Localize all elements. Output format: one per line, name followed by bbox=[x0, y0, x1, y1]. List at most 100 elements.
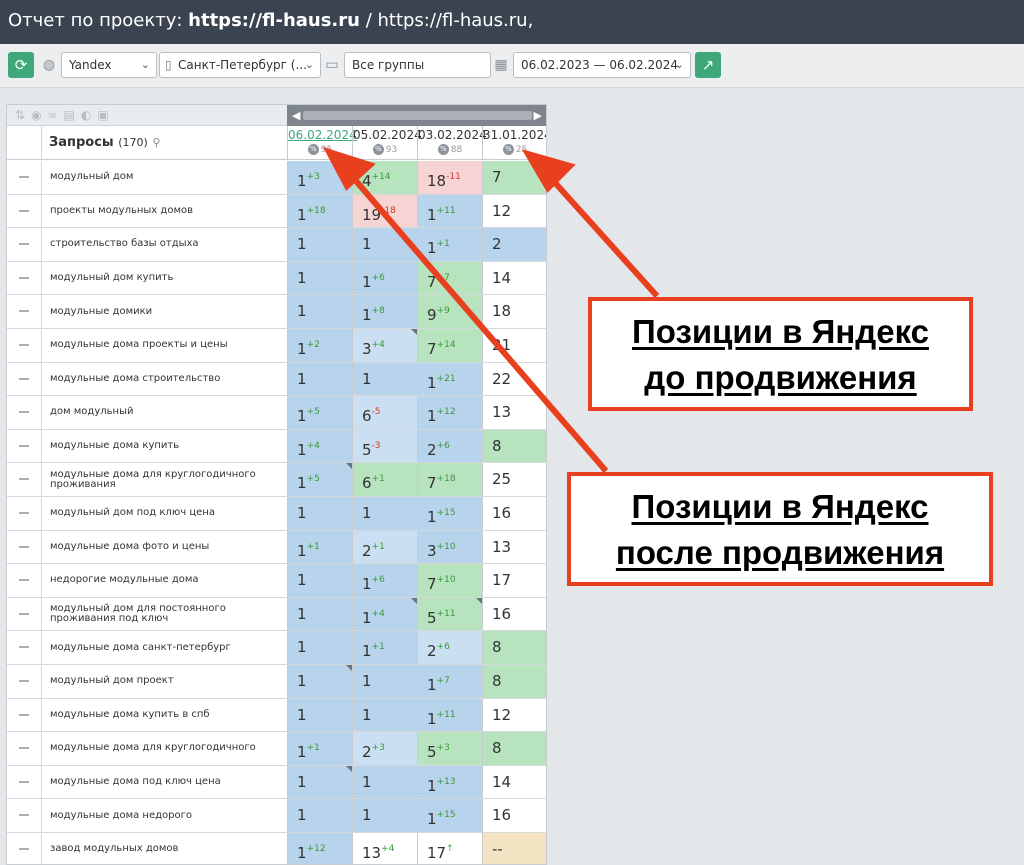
row-toggle[interactable] bbox=[7, 631, 42, 664]
position-cell[interactable]: 1 bbox=[287, 564, 352, 597]
position-cell[interactable]: -- bbox=[482, 833, 546, 864]
position-cell[interactable]: 7+7 bbox=[417, 261, 482, 295]
position-cell[interactable]: 3+4 bbox=[352, 329, 417, 362]
position-cell[interactable]: 1 bbox=[287, 665, 352, 698]
position-cell[interactable]: 1 bbox=[287, 228, 352, 261]
position-cell[interactable]: 8 bbox=[482, 665, 546, 698]
scroll-right-icon[interactable]: ▶ bbox=[534, 105, 542, 126]
date-range-picker[interactable]: 06.02.2023 — 06.02.2024 ⌄ bbox=[513, 52, 691, 78]
position-cell[interactable]: 1 bbox=[287, 765, 352, 799]
position-cell[interactable]: 1+7 bbox=[417, 665, 482, 698]
row-toggle[interactable] bbox=[7, 261, 42, 295]
position-cell[interactable]: 1 bbox=[287, 631, 352, 664]
position-cell[interactable]: 1 bbox=[287, 497, 352, 530]
position-cell[interactable]: 1 bbox=[287, 799, 352, 832]
position-cell[interactable]: 2 bbox=[482, 228, 546, 261]
position-cell[interactable]: 2+3 bbox=[352, 732, 417, 765]
table-row[interactable]: проекты модульных домов 1+18 19-18 1+11 12 bbox=[7, 194, 546, 229]
position-cell[interactable]: 14 bbox=[482, 765, 546, 799]
column-date[interactable]: 31.01.2024 bbox=[483, 126, 546, 144]
position-cell[interactable]: 7+14 bbox=[417, 329, 482, 362]
scroll-thumb[interactable] bbox=[303, 111, 532, 120]
row-toggle[interactable] bbox=[7, 463, 42, 496]
scroll-left-icon[interactable]: ◀ bbox=[292, 105, 300, 126]
table-row[interactable]: модульный дом проект 1 1 1+7 8 bbox=[7, 665, 546, 699]
position-cell[interactable]: 8 bbox=[482, 732, 546, 765]
position-cell[interactable]: 13+4 bbox=[352, 833, 417, 864]
position-cell[interactable]: 1 bbox=[287, 295, 352, 328]
table-row[interactable]: модульные дома недорого 1 1 1+15 16 bbox=[7, 799, 546, 833]
position-cell[interactable]: 5-3 bbox=[352, 429, 417, 463]
column-date[interactable]: 05.02.2024 bbox=[353, 126, 422, 144]
table-row[interactable]: модульные дома строительство 1 1 1+21 22 bbox=[7, 362, 546, 397]
position-cell[interactable]: 19-18 bbox=[352, 194, 417, 228]
position-cell[interactable]: 22 bbox=[482, 362, 546, 396]
table-row[interactable]: модульные домики 1 1+8 9+9 18 bbox=[7, 295, 546, 329]
position-cell[interactable]: 6-5 bbox=[352, 396, 417, 429]
date-column-header[interactable]: 03.02.2024% 88 bbox=[417, 126, 487, 160]
table-row[interactable]: модульные дома проекты и цены 1+2 3+4 7+14 2… bbox=[7, 329, 546, 363]
position-cell[interactable]: 13 bbox=[482, 530, 546, 564]
date-column-header[interactable]: 31.01.2024% 25 bbox=[482, 126, 546, 160]
row-toggle[interactable] bbox=[7, 564, 42, 597]
table-row[interactable]: модульный дом для постоянного проживания… bbox=[7, 597, 546, 632]
search-icon[interactable]: ⚲ bbox=[152, 136, 160, 149]
contrast-icon[interactable]: ◐ bbox=[81, 108, 97, 122]
group-select[interactable]: Все группы bbox=[344, 52, 491, 78]
row-toggle[interactable] bbox=[7, 429, 42, 463]
search-engine-select[interactable]: Yandex ⌄ bbox=[61, 52, 157, 78]
table-row[interactable]: модульные дома санкт-петербург 1 1+1 2+6 8 bbox=[7, 631, 546, 665]
project-name[interactable]: https://fl-haus.ru bbox=[188, 10, 360, 31]
row-toggle[interactable] bbox=[7, 362, 42, 396]
position-cell[interactable]: 1+5 bbox=[287, 463, 352, 496]
table-row[interactable]: завод модульных домов 1+12 13+4 17↑ -- bbox=[7, 833, 546, 864]
position-cell[interactable]: 1 bbox=[287, 362, 352, 396]
table-row[interactable]: модульные дома для круглогодичного прожи… bbox=[7, 463, 546, 497]
position-cell[interactable]: 1 bbox=[287, 698, 352, 732]
table-row[interactable]: модульный дом под ключ цена 1 1 1+15 16 bbox=[7, 497, 546, 531]
table-row[interactable]: недорогие модульные дома 1 1+6 7+10 17 bbox=[7, 564, 546, 598]
position-cell[interactable]: 1+1 bbox=[287, 530, 352, 564]
image-icon[interactable]: ▣ bbox=[97, 108, 114, 122]
position-cell[interactable]: 7+10 bbox=[417, 564, 482, 597]
refresh-button[interactable]: ⟳ bbox=[8, 52, 34, 78]
position-cell[interactable]: 4+14 bbox=[352, 161, 417, 194]
position-cell[interactable]: 17↑ bbox=[417, 833, 482, 864]
position-cell[interactable]: 16 bbox=[482, 597, 546, 631]
row-toggle[interactable] bbox=[7, 497, 42, 530]
position-cell[interactable]: 25 bbox=[482, 463, 546, 496]
sort-icon[interactable]: ⇅ bbox=[15, 108, 31, 122]
row-toggle[interactable] bbox=[7, 665, 42, 698]
date-column-header[interactable]: 05.02.2024% 93 bbox=[352, 126, 422, 160]
row-toggle[interactable] bbox=[7, 732, 42, 765]
position-cell[interactable]: 1+12 bbox=[417, 396, 482, 429]
position-cell[interactable]: 16 bbox=[482, 497, 546, 530]
row-toggle[interactable] bbox=[7, 530, 42, 564]
position-cell[interactable]: 5+11 bbox=[417, 597, 482, 631]
position-cell[interactable]: 1+2 bbox=[287, 329, 352, 362]
table-row[interactable]: строительство базы отдыха 1 1 1+1 2 bbox=[7, 228, 546, 262]
position-cell[interactable]: 21 bbox=[482, 329, 546, 362]
position-cell[interactable]: 1 bbox=[352, 497, 417, 530]
position-cell[interactable]: 18-11 bbox=[417, 161, 482, 194]
link-icon[interactable]: ∞ bbox=[48, 108, 64, 122]
date-column-header[interactable]: 06.02.2024% 95 bbox=[287, 126, 357, 160]
export-button[interactable]: ↗ bbox=[695, 52, 721, 78]
position-cell[interactable]: 13 bbox=[482, 396, 546, 429]
position-cell[interactable]: 17 bbox=[482, 564, 546, 597]
position-cell[interactable]: 1+13 bbox=[417, 765, 482, 799]
table-row[interactable]: модульные дома для круглогодичного 1+1 2+3… bbox=[7, 732, 546, 766]
row-toggle[interactable] bbox=[7, 228, 42, 261]
position-cell[interactable]: 1+21 bbox=[417, 362, 482, 396]
position-cell[interactable]: 1+1 bbox=[417, 228, 482, 261]
table-row[interactable]: модульные дома фото и цены 1+1 2+1 3+10 13 bbox=[7, 530, 546, 565]
row-toggle[interactable] bbox=[7, 295, 42, 328]
position-cell[interactable]: 1+6 bbox=[352, 564, 417, 597]
row-toggle[interactable] bbox=[7, 597, 42, 631]
position-cell[interactable]: 1+3 bbox=[287, 161, 352, 194]
position-cell[interactable]: 3+10 bbox=[417, 530, 482, 564]
position-cell[interactable]: 1 bbox=[287, 261, 352, 295]
position-cell[interactable]: 5+3 bbox=[417, 732, 482, 765]
position-cell[interactable]: 1+15 bbox=[417, 799, 482, 832]
position-cell[interactable]: 1+8 bbox=[352, 295, 417, 328]
